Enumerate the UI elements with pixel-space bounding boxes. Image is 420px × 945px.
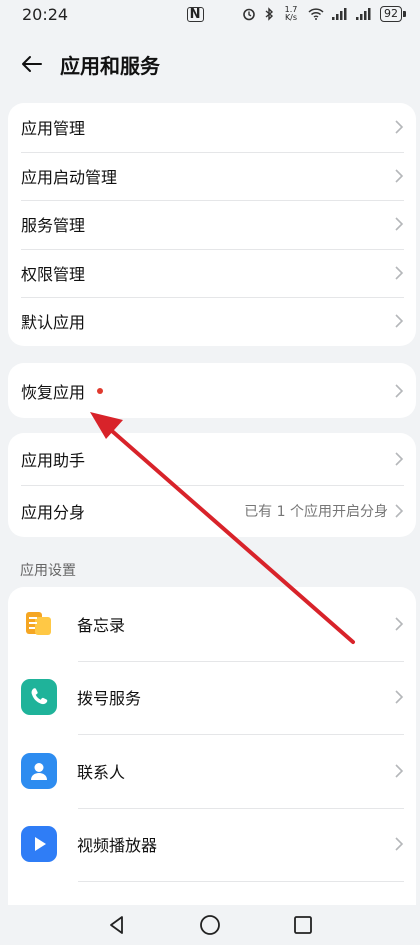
chevron-right-icon xyxy=(395,266,404,280)
app-settings-card: 备忘录 拨号服务 联系人 视频播放器 xyxy=(8,587,416,907)
row-label: 联系人 xyxy=(77,762,126,782)
status-time: 20:24 xyxy=(22,4,69,24)
nav-home-icon[interactable] xyxy=(199,914,221,936)
alarm-icon xyxy=(243,8,255,21)
chevron-right-icon xyxy=(395,169,404,183)
video-player-icon xyxy=(21,826,57,863)
chevron-right-icon xyxy=(395,690,404,704)
row-permission-management[interactable]: 权限管理 xyxy=(8,248,416,298)
row-label: 应用助手 xyxy=(21,451,86,470)
row-label: 服务管理 xyxy=(21,216,86,236)
back-arrow-icon[interactable] xyxy=(20,52,44,76)
app-assistant-card: 应用助手 应用分身 已有 1 个应用开启分身 xyxy=(8,433,416,537)
row-app-management[interactable]: 应用管理 xyxy=(8,103,416,152)
restore-apps-card: 恢复应用 xyxy=(8,363,416,418)
phone-icon xyxy=(21,679,57,716)
row-value: 已有 1 个应用开启分身 xyxy=(244,504,388,520)
row-label: 拨号服务 xyxy=(77,689,142,709)
wifi-icon xyxy=(308,8,324,20)
row-label: 权限管理 xyxy=(21,264,86,284)
signal-icon-1 xyxy=(332,8,347,20)
row-label: 应用管理 xyxy=(21,119,86,139)
row-service-management[interactable]: 服务管理 xyxy=(8,200,416,249)
app-management-card: 应用管理 应用启动管理 服务管理 权限管理 默认应用 xyxy=(8,103,416,346)
new-badge-dot xyxy=(97,387,104,394)
battery-indicator: 92 xyxy=(380,6,406,22)
page-title: 应用和服务 xyxy=(60,53,160,78)
row-app-assistant[interactable]: 应用助手 xyxy=(8,433,416,485)
row-video-player[interactable]: 视频播放器 xyxy=(8,807,416,882)
chevron-right-icon xyxy=(395,452,404,466)
section-title-app-settings: 应用设置 xyxy=(20,563,76,579)
chevron-right-icon xyxy=(395,383,404,398)
status-icons: 1.7 K/s 92 xyxy=(242,5,406,22)
chevron-right-icon xyxy=(395,314,404,328)
chevron-right-icon xyxy=(395,504,404,518)
row-contacts[interactable]: 联系人 xyxy=(8,734,416,808)
row-notes[interactable]: 备忘录 xyxy=(8,587,416,661)
chevron-right-icon xyxy=(395,217,404,231)
contacts-icon xyxy=(21,752,57,789)
row-default-apps[interactable]: 默认应用 xyxy=(8,297,416,346)
system-nav-bar xyxy=(0,905,420,945)
nav-recents-icon[interactable] xyxy=(293,915,313,935)
signal-icon-2 xyxy=(356,8,371,20)
row-label: 默认应用 xyxy=(21,313,86,333)
chevron-right-icon xyxy=(395,120,404,134)
row-label: 备忘录 xyxy=(77,615,126,635)
chevron-right-icon xyxy=(395,764,404,778)
row-app-twin[interactable]: 应用分身 已有 1 个应用开启分身 xyxy=(8,485,416,537)
row-label: 恢复应用 xyxy=(21,382,86,402)
row-label: 视频播放器 xyxy=(77,836,158,856)
nav-back-icon[interactable] xyxy=(107,915,127,935)
bluetooth-icon xyxy=(265,7,274,21)
network-speed: 1.7 K/s xyxy=(284,5,298,22)
nfc-icon: N xyxy=(186,6,204,22)
list-item-partial xyxy=(8,881,416,907)
notes-icon xyxy=(21,606,57,642)
row-label: 应用启动管理 xyxy=(21,167,118,187)
row-app-startup-management[interactable]: 应用启动管理 xyxy=(8,151,416,201)
row-label: 应用分身 xyxy=(21,503,86,522)
row-restore-apps[interactable]: 恢复应用 xyxy=(8,363,416,418)
chevron-right-icon xyxy=(395,617,404,631)
page-header: 应用和服务 xyxy=(0,40,420,88)
row-dialer-service[interactable]: 拨号服务 xyxy=(8,660,416,735)
status-bar: 20:24 N 1.7 K/s 92 xyxy=(0,0,420,28)
chevron-right-icon xyxy=(395,837,404,851)
